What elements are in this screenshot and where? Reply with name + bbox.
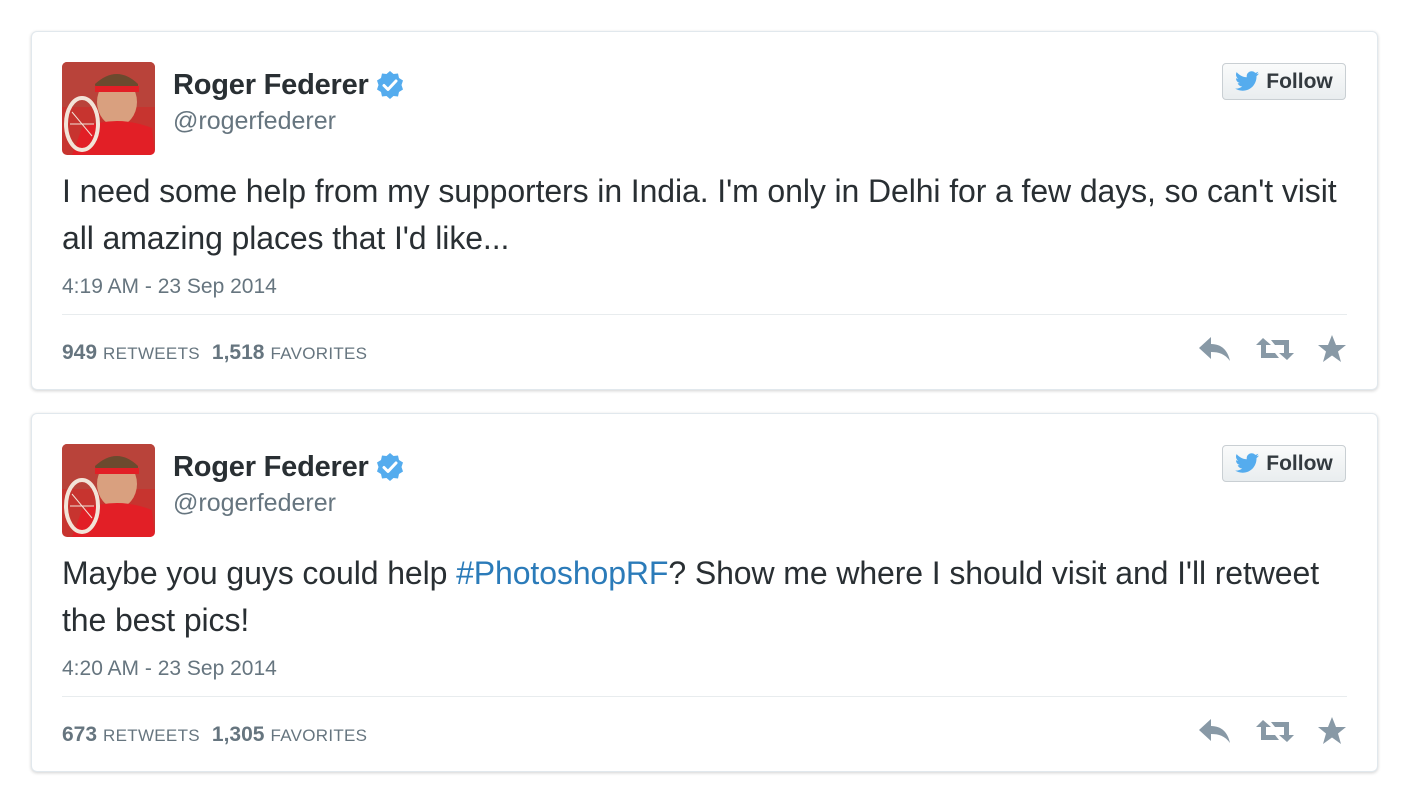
retweet-count[interactable]: 949 <box>62 341 97 365</box>
tweet-actions <box>1197 334 1347 369</box>
reply-icon[interactable] <box>1197 716 1233 751</box>
author-handle[interactable]: @rogerfederer <box>173 489 336 518</box>
twitter-bird-icon <box>1235 71 1260 92</box>
tweet-stats: 673 RETWEETS 1,305 FAVORITES <box>62 723 379 747</box>
favorites-label: FAVORITES <box>270 344 368 363</box>
retweet-icon[interactable] <box>1255 716 1295 751</box>
avatar[interactable] <box>62 444 155 537</box>
follow-button-label: Follow <box>1266 451 1333 475</box>
tweet-card: Roger Federer @rogerfederer Follow I nee… <box>31 31 1378 390</box>
tweet-timestamp[interactable]: 4:19 AM - 23 Sep 2014 <box>62 275 277 299</box>
divider <box>62 696 1347 697</box>
tweet-text-part: Maybe you guys could help <box>62 555 457 591</box>
divider <box>62 314 1347 315</box>
retweets-label: RETWEETS <box>103 726 200 745</box>
author-handle[interactable]: @rogerfederer <box>173 107 336 136</box>
author-name-row: Roger Federer <box>173 68 405 102</box>
hashtag-link[interactable]: #PhotoshopRF <box>456 555 668 591</box>
reply-icon[interactable] <box>1197 334 1233 369</box>
follow-button-label: Follow <box>1266 69 1333 93</box>
verified-badge-icon <box>375 70 405 100</box>
tweet-text: Maybe you guys could help #PhotoshopRF? … <box>62 550 1342 644</box>
favorite-count[interactable]: 1,305 <box>212 723 265 747</box>
retweet-icon[interactable] <box>1255 334 1295 369</box>
favorite-count[interactable]: 1,518 <box>212 341 265 365</box>
follow-button[interactable]: Follow <box>1222 445 1346 482</box>
favorite-star-icon[interactable] <box>1317 716 1347 751</box>
retweets-label: RETWEETS <box>103 344 200 363</box>
favorite-star-icon[interactable] <box>1317 334 1347 369</box>
verified-badge-icon <box>375 452 405 482</box>
tweet-stats: 949 RETWEETS 1,518 FAVORITES <box>62 341 379 365</box>
tweet-card: Roger Federer @rogerfederer Follow Maybe… <box>31 413 1378 772</box>
twitter-bird-icon <box>1235 453 1260 474</box>
favorites-label: FAVORITES <box>270 726 368 745</box>
tweet-actions <box>1197 716 1347 751</box>
author-name[interactable]: Roger Federer <box>173 69 369 102</box>
author-name-row: Roger Federer <box>173 450 405 484</box>
tweet-text: I need some help from my supporters in I… <box>62 173 1337 256</box>
follow-button[interactable]: Follow <box>1222 63 1346 100</box>
author-name[interactable]: Roger Federer <box>173 451 369 484</box>
avatar[interactable] <box>62 62 155 155</box>
retweet-count[interactable]: 673 <box>62 723 97 747</box>
tweet-timestamp[interactable]: 4:20 AM - 23 Sep 2014 <box>62 657 277 681</box>
